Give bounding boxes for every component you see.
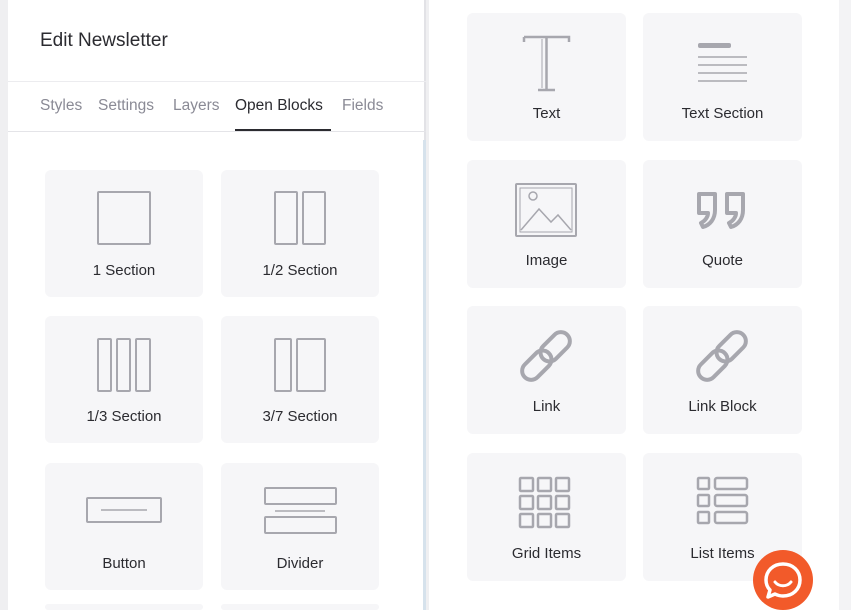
block-text[interactable]: Text (467, 13, 626, 141)
list-items-icon (696, 476, 749, 525)
block-label: Grid Items (511, 545, 582, 562)
three-seven-section-icon (274, 338, 326, 392)
active-tab-indicator (235, 129, 331, 131)
block-text-section[interactable]: Text Section (643, 13, 802, 141)
block-label: Image (525, 252, 568, 269)
divider-icon (264, 487, 337, 534)
tab-bar: Styles Settings Layers Open Blocks Field… (8, 82, 426, 132)
tab-styles[interactable]: Styles (40, 97, 82, 115)
app-root: Edit Newsletter Styles Settings Layers O… (0, 0, 851, 610)
block-label: 1/3 Section (86, 408, 162, 425)
block-partial-row (221, 604, 379, 610)
text-section-icon (698, 43, 747, 82)
block-label: 3/7 Section (262, 408, 338, 425)
chat-launcher-button[interactable] (753, 550, 813, 610)
block-link[interactable]: Link (467, 306, 626, 434)
text-icon (522, 35, 571, 92)
block-three-seven-section[interactable]: 3/7 Section (221, 316, 379, 443)
tab-fields[interactable]: Fields (342, 97, 383, 115)
block-label: 1 Section (92, 262, 156, 279)
grid-items-icon (518, 476, 571, 529)
block-link-block[interactable]: Link Block (643, 306, 802, 434)
block-label: Divider (276, 555, 324, 572)
block-partial-row (45, 604, 203, 610)
block-grid-items[interactable]: Grid Items (467, 453, 626, 581)
edit-newsletter-panel: Edit Newsletter Styles Settings Layers O… (0, 0, 429, 610)
block-third-section[interactable]: 1/3 Section (45, 316, 203, 443)
third-section-icon (97, 338, 151, 392)
block-label: 1/2 Section (262, 262, 338, 279)
block-label: Text Section (681, 105, 764, 122)
block-button[interactable]: Button (45, 463, 203, 590)
block-label: Link Block (688, 398, 757, 415)
block-label: Link (532, 398, 561, 415)
block-label: Text (532, 105, 561, 122)
block-label: Button (102, 555, 146, 572)
right-scroll-track[interactable] (839, 0, 851, 610)
block-half-section[interactable]: 1/2 Section (221, 170, 379, 297)
tab-open-blocks[interactable]: Open Blocks (235, 97, 323, 115)
block-label: Quote (702, 252, 743, 269)
panel-body: Edit Newsletter Styles Settings Layers O… (8, 0, 426, 610)
chat-bubble-icon (764, 562, 802, 599)
link-block-icon (696, 330, 748, 382)
block-quote[interactable]: Quote (643, 160, 802, 288)
half-section-icon (274, 191, 326, 245)
one-section-icon (97, 191, 151, 245)
block-divider[interactable]: Divider (221, 463, 379, 590)
button-icon (86, 497, 162, 523)
tab-settings[interactable]: Settings (98, 97, 154, 115)
link-icon (520, 330, 572, 382)
block-1-section[interactable]: 1 Section (45, 170, 203, 297)
panel-scrollbar[interactable] (423, 140, 426, 610)
page-title: Edit Newsletter (40, 30, 168, 51)
quote-icon (697, 192, 745, 229)
panel-header: Edit Newsletter (8, 0, 426, 82)
image-icon (515, 183, 577, 237)
block-image[interactable]: Image (467, 160, 626, 288)
tab-layers[interactable]: Layers (173, 97, 220, 115)
